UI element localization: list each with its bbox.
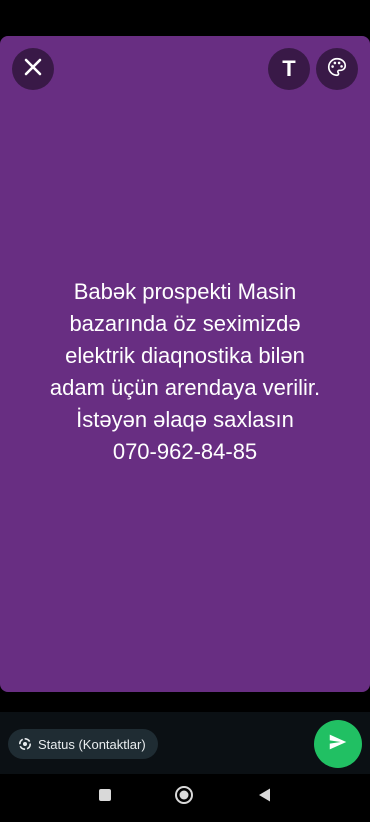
status-message-text[interactable]: Babək prospekti Masin bazarında öz sexim… bbox=[20, 276, 350, 468]
audience-selector[interactable]: Status (Kontaktlar) bbox=[8, 729, 158, 759]
recents-button[interactable] bbox=[94, 786, 116, 808]
recents-square-icon bbox=[98, 788, 112, 807]
back-triangle-icon bbox=[257, 787, 273, 808]
home-button[interactable] bbox=[172, 785, 196, 809]
close-button[interactable] bbox=[12, 48, 54, 90]
status-composer-screen: T Babək prospekti Masin bazarında öz sex… bbox=[0, 0, 370, 822]
home-circle-icon bbox=[174, 785, 194, 810]
background-color-button[interactable] bbox=[316, 48, 358, 90]
close-icon bbox=[24, 58, 42, 81]
send-icon bbox=[327, 731, 349, 758]
palette-icon bbox=[326, 56, 348, 83]
status-ring-icon bbox=[18, 737, 32, 751]
text-tool-icon: T bbox=[282, 56, 296, 81]
back-button[interactable] bbox=[254, 786, 276, 808]
audience-label: Status (Kontaktlar) bbox=[38, 736, 146, 752]
text-style-button[interactable]: T bbox=[268, 48, 310, 90]
send-button[interactable] bbox=[314, 720, 362, 768]
